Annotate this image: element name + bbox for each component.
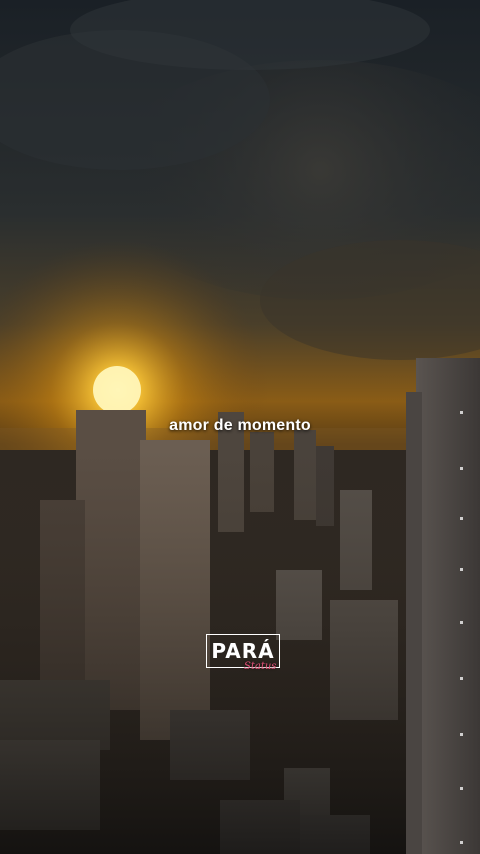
lyric-caption: amor de momento (169, 417, 311, 434)
logo-subtitle: Status (244, 661, 277, 672)
video-frame[interactable]: amor de momento PARÁ Status (0, 0, 480, 854)
para-status-watermark: PARÁ Status (206, 634, 282, 674)
logo-title: PARÁ (211, 639, 275, 663)
